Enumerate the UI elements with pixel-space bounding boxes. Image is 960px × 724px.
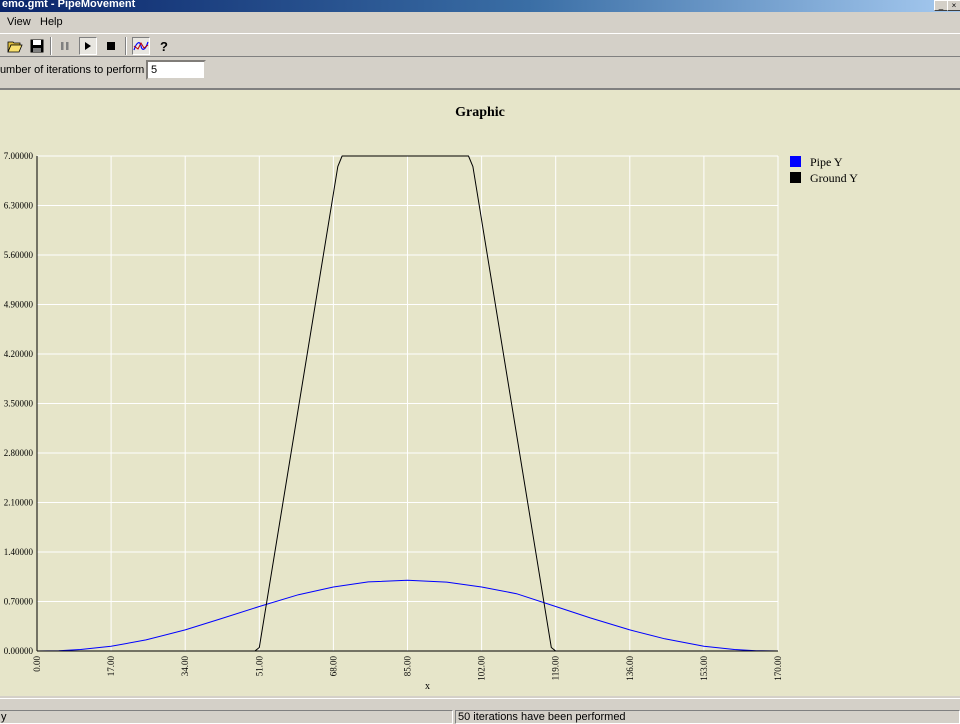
data-point xyxy=(555,650,556,651)
menu-help[interactable]: Help xyxy=(40,16,63,28)
data-point xyxy=(254,650,255,651)
data-point xyxy=(629,629,630,630)
y-tick-label: 1.40000 xyxy=(4,547,34,557)
x-tick-label: 34.00 xyxy=(180,656,190,677)
data-point xyxy=(185,629,186,630)
graph-panel: Graphic 0.00000 0.70000 1.40000 2.10000 2.800… xyxy=(0,88,960,696)
x-tick-label: 0.00 xyxy=(32,656,42,672)
y-tick-label: 7.00000 xyxy=(4,151,34,161)
data-point xyxy=(219,618,220,619)
y-tick-label: 2.80000 xyxy=(4,448,34,458)
legend-label: Pipe Y xyxy=(810,155,843,169)
data-point xyxy=(734,649,735,650)
y-tick-label: 5.60000 xyxy=(4,250,34,260)
data-point xyxy=(516,593,517,594)
pause-icon[interactable] xyxy=(56,37,74,55)
legend-swatch xyxy=(790,156,801,167)
data-point xyxy=(368,581,369,582)
window-control-icon[interactable]: _ xyxy=(934,0,948,11)
y-tick-label: 6.30000 xyxy=(4,201,34,211)
iterations-input[interactable] xyxy=(146,60,206,80)
data-point xyxy=(777,650,778,651)
status-message: 50 iterations have been performed xyxy=(455,710,960,724)
x-tick-label: 68.00 xyxy=(328,656,338,677)
data-point xyxy=(259,647,260,648)
data-point xyxy=(664,638,665,639)
toolbar-separator xyxy=(125,37,127,55)
data-point xyxy=(111,646,112,647)
stop-icon[interactable] xyxy=(102,37,120,55)
data-point xyxy=(555,606,556,607)
close-icon[interactable]: × xyxy=(947,0,960,11)
menu-view[interactable]: View xyxy=(7,16,31,28)
iterations-label: Number of iterations to perform xyxy=(0,64,145,76)
open-folder-icon[interactable] xyxy=(6,37,24,55)
data-point xyxy=(446,581,447,582)
data-point xyxy=(407,580,408,581)
legend-label: Ground Y xyxy=(810,171,858,185)
data-point xyxy=(145,639,146,640)
line-chart: Graphic 0.00000 0.70000 1.40000 2.10000 2.800… xyxy=(4,105,858,692)
x-tick-label: 153.00 xyxy=(699,656,709,681)
svg-text:?: ? xyxy=(160,39,168,53)
x-tick-label: 85.00 xyxy=(403,656,413,677)
y-tick-label: 0.00000 xyxy=(4,646,34,656)
y-tick-label: 2.10000 xyxy=(4,498,34,508)
chart-title: Graphic xyxy=(455,105,505,120)
y-tick-label: 4.20000 xyxy=(4,349,34,359)
status-left: y xyxy=(0,710,453,724)
iterations-row: Number of iterations to perform xyxy=(0,58,960,84)
data-point xyxy=(551,647,552,648)
y-tick-label: 0.70000 xyxy=(4,597,34,607)
x-axis-label: x xyxy=(425,681,430,692)
data-point xyxy=(80,649,81,650)
y-tick-label: 4.90000 xyxy=(4,300,34,310)
data-point xyxy=(333,586,334,587)
data-point xyxy=(703,646,704,647)
data-point xyxy=(342,155,343,156)
x-tick-label: 102.00 xyxy=(477,656,487,681)
x-tick-label: 51.00 xyxy=(254,656,264,677)
status-bar: y 50 iterations have been performed xyxy=(0,698,960,724)
data-point xyxy=(472,166,473,167)
toolbar: ? xyxy=(0,33,960,57)
toolbar-separator xyxy=(50,37,52,55)
x-tick-label: 136.00 xyxy=(625,656,635,681)
data-point xyxy=(298,594,299,595)
data-point xyxy=(590,617,591,618)
x-tick-label: 17.00 xyxy=(106,656,116,677)
title-bar[interactable]: emo.gmt - PipeMovement _ × xyxy=(0,0,960,12)
legend-swatch xyxy=(790,172,801,183)
graph-icon[interactable] xyxy=(132,37,150,55)
save-icon[interactable] xyxy=(28,37,46,55)
menu-bar: View Help xyxy=(0,13,960,31)
help-icon[interactable]: ? xyxy=(155,37,173,55)
data-point xyxy=(337,166,338,167)
window-title: emo.gmt - PipeMovement xyxy=(2,0,136,10)
data-point xyxy=(481,586,482,587)
x-tick-label: 170.00 xyxy=(773,656,783,681)
play-icon[interactable] xyxy=(79,37,97,55)
data-point xyxy=(259,606,260,607)
y-tick-label: 3.50000 xyxy=(4,399,34,409)
data-point xyxy=(36,650,37,651)
data-point xyxy=(468,155,469,156)
x-tick-label: 119.00 xyxy=(551,656,561,681)
